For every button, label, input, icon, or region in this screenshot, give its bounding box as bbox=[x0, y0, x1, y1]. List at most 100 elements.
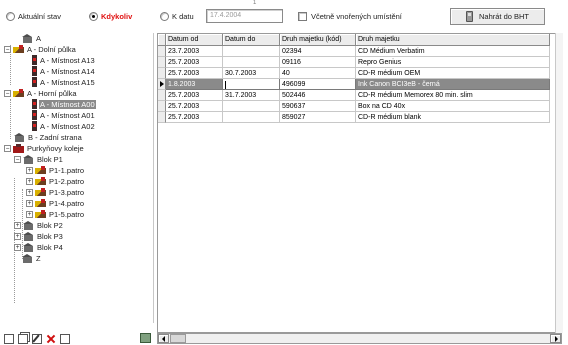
expand-icon[interactable]: + bbox=[26, 188, 33, 196]
current-row-indicator-icon[interactable] bbox=[158, 79, 166, 90]
cell-code[interactable]: 859027 bbox=[280, 112, 356, 123]
horizontal-scrollbar[interactable] bbox=[157, 333, 562, 344]
scroll-thumb[interactable] bbox=[170, 334, 186, 343]
cell-date-to[interactable]: 30.7.2003 bbox=[223, 68, 280, 79]
nested-locations-checkbox[interactable]: Včetně vnořených umístění bbox=[298, 12, 402, 21]
row-indicator[interactable] bbox=[158, 46, 166, 57]
radio-button[interactable] bbox=[160, 12, 169, 21]
cell-code[interactable]: 09116 bbox=[280, 57, 356, 68]
delete-icon[interactable] bbox=[46, 334, 56, 344]
row-indicator[interactable] bbox=[158, 101, 166, 112]
row-indicator[interactable] bbox=[158, 57, 166, 68]
location-tree[interactable]: A − A - Dolní půlka A - Místnost A13 A -… bbox=[4, 33, 154, 323]
tree-item[interactable]: Z bbox=[22, 253, 42, 263]
row-indicator[interactable] bbox=[158, 68, 166, 79]
scroll-left-icon[interactable] bbox=[158, 334, 169, 343]
cell-date-from[interactable]: 25.7.2003 bbox=[166, 101, 223, 112]
cell-date-to[interactable] bbox=[223, 46, 280, 57]
table-row[interactable]: 25.7.2003 09116 Repro Genius bbox=[158, 57, 550, 68]
cell-date-from[interactable]: 25.7.2003 bbox=[166, 112, 223, 123]
column-header[interactable]: Druh majetku bbox=[356, 34, 550, 46]
table-row-selected[interactable]: 1.8.2003 496099 Ink Canon BCI3eB - černá bbox=[158, 79, 550, 90]
tree-item[interactable]: + Blok P4 bbox=[14, 242, 64, 252]
expand-icon[interactable]: + bbox=[26, 199, 33, 207]
tree-item[interactable]: − Purkyňovy koleje bbox=[4, 143, 85, 153]
table-row[interactable]: 25.7.2003 31.7.2003 502446 CD-R médium M… bbox=[158, 90, 550, 101]
new-subitem-icon[interactable] bbox=[18, 333, 28, 344]
assets-grid[interactable]: Datum od Datum do Druh majetku (kód) Dru… bbox=[157, 33, 562, 333]
tree-item[interactable]: + P1-5.patro bbox=[26, 209, 85, 219]
cell-type[interactable]: CD Médium Verbatim bbox=[356, 46, 550, 57]
cell-code[interactable]: 02394 bbox=[280, 46, 356, 57]
collapse-icon[interactable]: − bbox=[4, 45, 11, 53]
cell-date-to[interactable] bbox=[223, 57, 280, 68]
tree-item[interactable]: A - Místnost A15 bbox=[32, 77, 96, 87]
cell-date-from[interactable]: 25.7.2003 bbox=[166, 57, 223, 68]
expand-icon[interactable]: + bbox=[14, 221, 21, 229]
checkbox[interactable] bbox=[298, 12, 307, 21]
tree-item[interactable]: + P1-4.patro bbox=[26, 198, 85, 208]
tree-item[interactable]: − Blok P1 bbox=[14, 154, 64, 164]
cell-code[interactable]: 590637 bbox=[280, 101, 356, 112]
tree-item[interactable]: A bbox=[22, 33, 42, 43]
tree-item[interactable]: B - Zadní strana bbox=[14, 132, 83, 142]
expand-icon[interactable]: + bbox=[26, 177, 33, 185]
cell-date-to-editor[interactable] bbox=[223, 79, 280, 90]
tree-item[interactable]: + Blok P2 bbox=[14, 220, 64, 230]
tree-item[interactable]: + Blok P3 bbox=[14, 231, 64, 241]
expand-icon[interactable]: + bbox=[14, 232, 21, 240]
tree-item-selected[interactable]: A - Místnost A00 bbox=[32, 99, 96, 109]
table-row[interactable]: 25.7.2003 30.7.2003 40 CD-R médium OEM bbox=[158, 68, 550, 79]
cell-type[interactable]: Ink Canon BCI3eB - černá bbox=[356, 79, 550, 90]
cell-date-from[interactable]: 1.8.2003 bbox=[166, 79, 223, 90]
tree-item[interactable]: + P1-3.patro bbox=[26, 187, 85, 197]
expand-icon[interactable]: + bbox=[14, 243, 21, 251]
column-header[interactable]: Datum do bbox=[223, 34, 280, 46]
tree-item[interactable]: A - Místnost A02 bbox=[32, 121, 96, 131]
edit-icon[interactable] bbox=[32, 333, 42, 344]
column-header[interactable]: Datum od bbox=[166, 34, 223, 46]
cell-type[interactable]: Box na CD 40x bbox=[356, 101, 550, 112]
row-indicator[interactable] bbox=[158, 112, 166, 123]
upload-bht-button[interactable]: Nahrát do BHT bbox=[450, 8, 545, 25]
radio-kdykoliv[interactable]: Kdykoliv bbox=[89, 12, 132, 21]
cell-date-from[interactable]: 23.7.2003 bbox=[166, 46, 223, 57]
copy-icon[interactable] bbox=[60, 333, 70, 344]
radio-k-datu[interactable]: K datu bbox=[160, 12, 194, 21]
collapse-icon[interactable]: − bbox=[4, 89, 11, 97]
expand-icon[interactable]: + bbox=[26, 210, 33, 218]
tree-item[interactable]: + P1-2.patro bbox=[26, 176, 85, 186]
cell-date-from[interactable]: 25.7.2003 bbox=[166, 68, 223, 79]
expand-icon[interactable]: + bbox=[26, 166, 33, 174]
table-row[interactable]: 23.7.2003 02394 CD Médium Verbatim bbox=[158, 46, 550, 57]
vertical-scrollbar[interactable] bbox=[555, 33, 563, 333]
scroll-right-icon[interactable] bbox=[550, 334, 561, 343]
cell-date-to[interactable] bbox=[223, 112, 280, 123]
cell-type[interactable]: CD-R médium blank bbox=[356, 112, 550, 123]
tree-item[interactable]: A - Místnost A14 bbox=[32, 66, 96, 76]
date-field[interactable]: 17.4.2004 bbox=[206, 9, 283, 23]
collapse-icon[interactable]: − bbox=[14, 155, 21, 163]
cell-date-to[interactable]: 31.7.2003 bbox=[223, 90, 280, 101]
tree-item[interactable]: − A - Dolní půlka bbox=[4, 44, 77, 54]
cell-type[interactable]: CD-R médium Memorex 80 min. slim bbox=[356, 90, 550, 101]
cell-type[interactable]: CD-R médium OEM bbox=[356, 68, 550, 79]
cell-code[interactable]: 502446 bbox=[280, 90, 356, 101]
row-indicator[interactable] bbox=[158, 90, 166, 101]
cell-date-to[interactable] bbox=[223, 101, 280, 112]
tree-item[interactable]: + P1-1.patro bbox=[26, 165, 85, 175]
cell-date-from[interactable]: 25.7.2003 bbox=[166, 90, 223, 101]
tree-item[interactable]: A - Místnost A13 bbox=[32, 55, 96, 65]
tree-item[interactable]: A - Místnost A01 bbox=[32, 110, 96, 120]
column-header[interactable]: Druh majetku (kód) bbox=[280, 34, 356, 46]
tree-item[interactable]: − A - Horní půlka bbox=[4, 88, 78, 98]
new-item-icon[interactable] bbox=[4, 333, 14, 344]
cell-code[interactable]: 40 bbox=[280, 68, 356, 79]
radio-button-selected[interactable] bbox=[89, 12, 98, 21]
table-row[interactable]: 25.7.2003 590637 Box na CD 40x bbox=[158, 101, 550, 112]
cell-code[interactable]: 496099 bbox=[280, 79, 356, 90]
radio-aktualni-stav[interactable]: Aktuální stav bbox=[6, 12, 61, 21]
radio-button[interactable] bbox=[6, 12, 15, 21]
collapse-icon[interactable]: − bbox=[4, 144, 11, 152]
table-row[interactable]: 25.7.2003 859027 CD-R médium blank bbox=[158, 112, 550, 123]
